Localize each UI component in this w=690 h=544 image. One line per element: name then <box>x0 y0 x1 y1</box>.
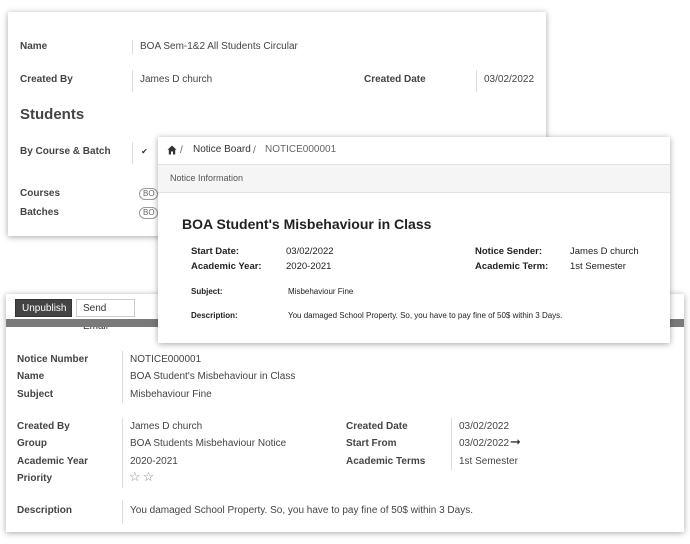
divider <box>122 418 123 488</box>
start-date-value: 03/02/2022 <box>286 246 334 257</box>
send-email-button[interactable]: Send Email <box>76 299 135 332</box>
created-date-label: Created Date <box>364 74 426 85</box>
divider <box>122 500 123 524</box>
created-by-label: Created By <box>20 74 73 85</box>
created-date-label: Created Date <box>346 421 408 432</box>
academic-terms-label: Academic Terms <box>346 456 426 467</box>
start-from-label: Start From <box>346 438 397 449</box>
created-by-value[interactable]: James D church <box>140 74 212 85</box>
breadcrumb-notice-board-link[interactable]: Notice Board <box>193 144 251 155</box>
name-label: Name <box>20 41 48 52</box>
academic-year-value[interactable]: 2020-2021 <box>130 456 178 467</box>
academic-year-value: 2020-2021 <box>286 261 332 272</box>
academic-year-label: Academic Year <box>17 456 88 467</box>
description-value: You damaged School Property. So, you hav… <box>288 311 563 320</box>
priority-label: Priority <box>17 473 53 484</box>
created-by-value[interactable]: James D church <box>130 421 202 432</box>
academic-term-value: 1st Semester <box>570 261 626 272</box>
portal-notice-card: / Notice Board / NOTICE000001 Notice Inf… <box>158 137 670 343</box>
start-date-label: Start Date: <box>191 246 240 257</box>
subject-label: Subject: <box>191 287 223 296</box>
breadcrumb-separator: / <box>253 145 256 156</box>
by-course-batch-label: By Course & Batch <box>20 146 111 157</box>
section-header-label: Notice Information <box>170 173 244 183</box>
notice-name-value[interactable]: BOA Student's Misbehaviour in Class <box>130 371 295 382</box>
breadcrumb-separator: / <box>180 145 183 156</box>
description-label: Description <box>17 505 73 516</box>
divider <box>122 351 123 403</box>
courses-tag[interactable]: BO <box>139 188 158 200</box>
unpublish-button[interactable]: Unpublish <box>15 299 72 317</box>
name-label: Name <box>17 371 45 382</box>
subject-value[interactable]: Misbehaviour Fine <box>130 389 212 400</box>
notice-number-value[interactable]: NOTICE000001 <box>130 354 201 365</box>
notice-sender-label: Notice Sender: <box>475 246 543 257</box>
created-by-label: Created By <box>17 421 70 432</box>
priority-star-icons[interactable]: ☆☆ <box>129 469 156 485</box>
home-icon[interactable] <box>167 145 177 155</box>
by-course-batch-checkbox[interactable]: ✔ <box>140 147 149 156</box>
created-date-value[interactable]: 03/02/2022 <box>484 74 534 85</box>
description-value[interactable]: You damaged School Property. So, you hav… <box>130 505 473 516</box>
academic-term-label: Academic Term: <box>475 261 549 272</box>
notice-number-label: Notice Number <box>17 354 89 365</box>
divider <box>132 142 133 164</box>
created-date-value[interactable]: 03/02/2022 <box>459 421 509 432</box>
subject-value: Misbehaviour Fine <box>288 287 354 296</box>
batches-tag[interactable]: BO <box>139 207 158 219</box>
start-from-value[interactable]: 03/02/2022 <box>459 438 509 449</box>
description-label: Description: <box>191 311 238 320</box>
academic-year-label: Academic Year: <box>191 261 262 272</box>
section-header: Notice Information <box>158 165 670 193</box>
divider <box>451 418 452 470</box>
students-section-title: Students <box>20 106 85 123</box>
divider <box>476 70 477 92</box>
group-label: Group <box>17 438 47 449</box>
divider <box>132 70 133 92</box>
breadcrumb: / Notice Board / NOTICE000001 <box>158 137 670 165</box>
courses-label: Courses <box>20 188 61 199</box>
subject-label: Subject <box>17 389 54 400</box>
divider <box>132 40 133 54</box>
notice-title: BOA Student's Misbehaviour in Class <box>182 216 432 232</box>
notice-sender-value: James D church <box>570 246 639 257</box>
arrow-right-icon: ➞ <box>510 434 521 449</box>
batches-label: Batches <box>20 207 59 218</box>
breadcrumb-current: NOTICE000001 <box>265 144 337 155</box>
academic-terms-value[interactable]: 1st Semester <box>459 456 518 467</box>
circular-name-value[interactable]: BOA Sem-1&2 All Students Circular <box>140 41 298 52</box>
group-value[interactable]: BOA Students Misbehaviour Notice <box>130 438 286 449</box>
